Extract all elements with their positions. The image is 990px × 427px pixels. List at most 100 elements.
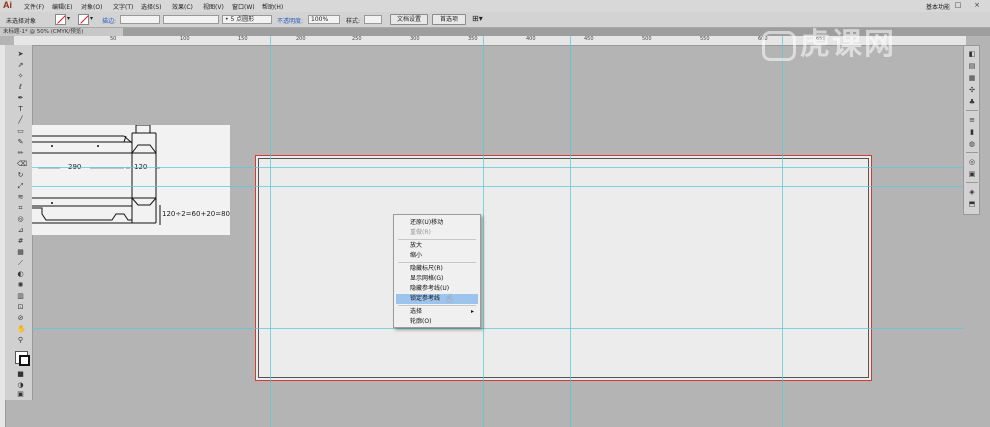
ruler-label: 150 xyxy=(238,36,248,42)
chevron-down-icon[interactable]: ▾ xyxy=(90,15,93,22)
style-swatch[interactable] xyxy=(364,15,382,24)
context-menu: 还原(U)移动 重做(R) 放大 缩小 隐藏标尺(R) 显示网格(G) 隐藏参考… xyxy=(393,214,481,328)
transparency-panel-icon[interactable]: ◍ xyxy=(968,140,976,148)
vertical-guide[interactable] xyxy=(483,36,484,427)
perspective-grid-tool-icon[interactable]: ⊿ xyxy=(17,227,24,234)
artboards-panel-icon[interactable]: ⬒ xyxy=(968,200,976,208)
zoom-tool-icon[interactable]: ⚲ xyxy=(17,337,24,344)
horizontal-guide[interactable] xyxy=(32,186,964,187)
tools-panel: ➤ ⇗ ✧ ℓ ✒ T ╱ ▭ ✎ ✏ ⌫ ↻ ⤢ ≋ ⌗ ◎ ⊿ # ▦ ⟋ … xyxy=(5,45,33,400)
selection-status: 未选择对象 xyxy=(6,18,37,25)
gradient-panel-icon[interactable]: ▮ xyxy=(968,128,976,136)
vertical-guide[interactable] xyxy=(270,36,271,427)
brush-value: 5 点圆形 xyxy=(230,16,255,23)
stroke-panel-icon[interactable]: ≡ xyxy=(968,116,976,124)
stroke-label[interactable]: 描边: xyxy=(102,16,116,25)
menu-item-lock-guides[interactable]: 锁定参考线 xyxy=(396,294,478,304)
menu-item-hide-rulers[interactable]: 隐藏标尺(R) xyxy=(396,264,478,274)
slice-tool-icon[interactable]: ⊘ xyxy=(17,315,24,322)
swatches-panel-icon[interactable]: ▦ xyxy=(968,74,976,82)
appearance-panel-icon[interactable]: ◎ xyxy=(968,158,976,166)
screen-mode-icon[interactable]: ▣ xyxy=(17,391,24,398)
opacity-label[interactable]: 不透明度: xyxy=(277,16,303,25)
pen-tool-icon[interactable]: ✒ xyxy=(17,95,24,102)
graphic-styles-icon[interactable]: ▣ xyxy=(968,170,976,178)
direct-selection-tool-icon[interactable]: ⇗ xyxy=(17,62,24,69)
preferences-button[interactable]: 首选项 xyxy=(432,14,466,25)
pencil-tool-icon[interactable]: ✏ xyxy=(17,150,24,157)
menu-item-redo[interactable]: 重做(R) xyxy=(396,228,478,238)
opacity-input[interactable]: 100% xyxy=(308,15,340,24)
horizontal-guide[interactable] xyxy=(32,167,964,168)
lasso-tool-icon[interactable]: ℓ xyxy=(17,84,24,91)
ruler-label: 300 xyxy=(410,36,420,42)
menu-item-zoom-out[interactable]: 缩小 xyxy=(396,251,478,261)
width-tool-icon[interactable]: ≋ xyxy=(17,194,24,201)
menu-item-select[interactable]: 选择 ▸ xyxy=(396,307,478,317)
line-tool-icon[interactable]: ╱ xyxy=(17,117,24,124)
menu-type[interactable]: 文字(T) xyxy=(113,2,133,11)
menu-item-undo-move[interactable]: 还原(U)移动 xyxy=(396,218,478,228)
reference-dieline-artwork[interactable]: 290 120 120÷2=60+20=80 xyxy=(32,125,230,235)
menu-object[interactable]: 对象(O) xyxy=(81,2,102,11)
fill-swatch[interactable] xyxy=(55,14,66,25)
menu-edit[interactable]: 编辑(E) xyxy=(52,2,72,11)
hand-cursor-icon: ☝ xyxy=(446,292,453,305)
brush-select[interactable]: • 5 点圆形 xyxy=(222,15,272,24)
horizontal-guide[interactable] xyxy=(32,328,964,329)
close-icon[interactable]: × xyxy=(970,1,984,10)
menu-item-zoom-in[interactable]: 放大 xyxy=(396,241,478,251)
color-mode-icon[interactable]: ■ xyxy=(17,371,24,378)
watermark-icon xyxy=(762,30,796,61)
menu-view[interactable]: 视图(V) xyxy=(203,2,224,11)
rectangle-tool-icon[interactable]: ▭ xyxy=(17,128,24,135)
symbols-panel-icon[interactable]: ♣ xyxy=(968,98,976,106)
graph-tool-icon[interactable]: ▥ xyxy=(17,293,24,300)
brushes-panel-icon[interactable]: ✣ xyxy=(968,86,976,94)
vertical-guide[interactable] xyxy=(570,36,571,427)
type-tool-icon[interactable]: T xyxy=(17,106,24,113)
eyedropper-tool-icon[interactable]: ⟋ xyxy=(17,260,24,267)
artboard-tool-icon[interactable]: ⊡ xyxy=(17,304,24,311)
gradient-tool-icon[interactable]: ▦ xyxy=(17,249,24,256)
menu-item-outline[interactable]: 轮廓(O) xyxy=(396,317,478,327)
shape-builder-tool-icon[interactable]: ◎ xyxy=(17,216,24,223)
mesh-tool-icon[interactable]: # xyxy=(17,238,24,245)
variable-width-select[interactable] xyxy=(163,15,219,24)
vertical-guide[interactable] xyxy=(782,36,783,427)
paintbrush-tool-icon[interactable]: ✎ xyxy=(17,139,24,146)
menu-help[interactable]: 帮助(H) xyxy=(262,2,283,11)
menu-effect[interactable]: 效果(C) xyxy=(172,2,193,11)
free-transform-tool-icon[interactable]: ⌗ xyxy=(17,205,24,212)
color-guide-icon[interactable]: ▤ xyxy=(968,62,976,70)
document-setup-button[interactable]: 文档设置 xyxy=(390,14,428,25)
minimize-icon[interactable]: – xyxy=(934,1,948,10)
blend-tool-icon[interactable]: ◐ xyxy=(17,271,24,278)
stroke-swatch[interactable] xyxy=(78,14,89,25)
panel-divider xyxy=(966,182,978,183)
maximize-icon[interactable]: □ xyxy=(951,1,965,10)
magic-wand-tool-icon[interactable]: ✧ xyxy=(17,73,24,80)
menu-file[interactable]: 文件(F) xyxy=(24,2,44,11)
rotate-tool-icon[interactable]: ↻ xyxy=(17,172,24,179)
symbol-sprayer-tool-icon[interactable]: ✺ xyxy=(17,282,24,289)
layers-panel-icon[interactable]: ◈ xyxy=(968,188,976,196)
eraser-tool-icon[interactable]: ⌫ xyxy=(17,161,27,168)
selection-tool-icon[interactable]: ➤ xyxy=(17,51,24,58)
document-tab[interactable]: 未标题-1* @ 50% (CMYK/预览) xyxy=(0,28,123,36)
chevron-down-icon[interactable]: ▾ xyxy=(67,15,70,22)
scale-tool-icon[interactable]: ⤢ xyxy=(17,183,24,190)
panel-divider xyxy=(966,110,978,111)
menu-window[interactable]: 窗口(W) xyxy=(232,2,255,11)
drawing-mode-icon[interactable]: ◑ xyxy=(17,382,24,389)
artboard-rectangle[interactable] xyxy=(258,158,869,378)
arrange-icon[interactable]: ⊞▾ xyxy=(472,14,483,23)
menu-item-show-grid[interactable]: 显示网格(G) xyxy=(396,274,478,284)
color-panel-icon[interactable]: ◧ xyxy=(968,50,976,58)
menu-item-hide-guides[interactable]: 隐藏参考线(U) xyxy=(396,284,478,294)
hand-tool-icon[interactable]: ✋ xyxy=(17,326,26,333)
menu-select[interactable]: 选择(S) xyxy=(141,2,162,11)
ruler-label: 500 xyxy=(642,36,652,42)
stroke-weight-input[interactable] xyxy=(120,15,160,24)
stroke-color-icon[interactable] xyxy=(19,355,30,366)
